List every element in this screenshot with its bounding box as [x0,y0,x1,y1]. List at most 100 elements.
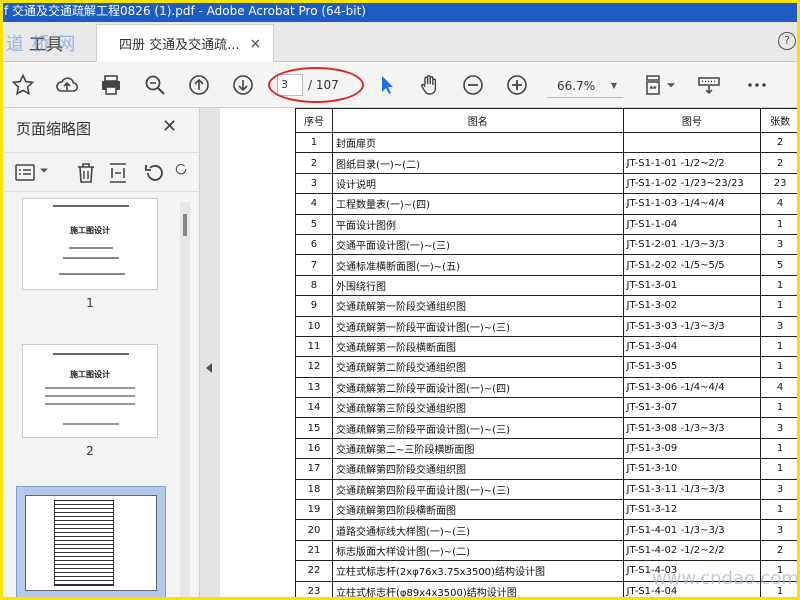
cell-name: 交通疏解第四阶段交通组织图 [331,458,624,480]
table-row: 10 交通疏解第一阶段平面设计图(一)~(三) JT-S1-3-03 -1/3~3/… [295,315,800,337]
thumb-line [45,403,135,405]
help-icon[interactable]: ? [778,32,796,50]
cell-sheets: 4 [760,376,800,399]
cell-sheets: 3 [760,417,800,439]
cell-no: 15 [295,417,333,439]
cell-code: JT-S1-1-04 [622,213,762,235]
cell-code: JT-S1-1-01 -1/2~2/2 [622,152,762,174]
zoom-search-icon[interactable] [140,70,170,100]
table-row: 11 交通疏解第一阶段横断面图 JT-S1-3-04 1 [295,335,800,358]
close-icon[interactable]: ✕ [162,116,177,137]
cell-sheets: 3 [760,519,800,541]
cell-sheets: 3 [760,478,800,501]
cell-sheets: 3 [760,315,800,337]
select-cursor-icon[interactable] [372,70,402,100]
cell-name: 交通标准横断面图(一)~(五) [331,254,624,276]
star-icon[interactable] [8,70,38,100]
panel-splitter[interactable] [200,108,220,600]
close-icon[interactable]: × [250,36,262,52]
cell-code: JT-S1-3-07 [622,397,762,419]
thumbnail-number: 2 [86,444,94,458]
cell-sheets: 2 [760,131,800,154]
table-row: 1 封面扉页 2 [295,131,800,154]
chevron-down-icon[interactable] [664,70,678,100]
thumbnail-list: 施工图设计 1 施工图设计 2 [0,194,196,600]
cell-name: 封面扉页 [331,131,624,154]
cell-no: 14 [295,397,333,419]
watermark-bottom: www.cndao.com [652,568,799,589]
tab-document-label: 四册 交通及交通疏... [119,38,240,53]
cell-no: 9 [295,295,333,317]
zoom-in-icon[interactable] [502,70,532,100]
cell-code: JT-S1-3-11 -1/3~3/3 [622,478,762,501]
page-thumbnail[interactable]: 施工图设计 [22,344,158,438]
cell-sheets: 1 [760,274,800,297]
table-row: 4 工程数量表(一)~(四) JT-S1-1-03 -1/4~4/4 4 [295,193,800,215]
table-row: 8 外围绕行图 JT-S1-3-01 1 [295,274,800,297]
table-row: 12 交通疏解第二阶段交通组织图 JT-S1-3-05 1 [295,356,800,378]
table-row: 5 平面设计图例 JT-S1-1-04 1 [295,213,800,235]
thumb-line [63,257,119,259]
cell-name: 图纸目录(一)~(二) [331,152,624,174]
document-view[interactable]: 序号 图名 图号 张数 1 封面扉页 2 2 图纸目录(一)~(二) JT-S1-1-01… [220,108,800,600]
cell-code: JT-S1-1-03 -1/4~4/4 [622,193,762,215]
cell-code: JT-S1-2-01 -1/3~3/3 [622,233,762,256]
print-icon[interactable] [96,70,126,100]
zoom-select[interactable]: 66.7% ▼ [547,74,623,98]
cell-no: 23 [295,580,333,600]
hand-tool-icon[interactable] [414,70,444,100]
collapse-arrow-icon[interactable] [206,363,212,373]
cloud-upload-icon[interactable] [52,70,82,100]
thumb-line [69,247,113,249]
cell-name: 交通平面设计图(一)~(三) [331,233,624,256]
thumb-table [54,500,114,586]
cell-code: JT-S1-2-02 -1/5~5/5 [622,254,762,276]
thumbnail-scrollbar[interactable] [180,202,190,600]
thumb-line [45,387,135,389]
tab-bar: 工具 道 桥 网 四册 交通及交通疏... × ? [0,22,800,62]
rotate-right-icon[interactable] [174,161,188,185]
cell-no: 10 [295,315,333,337]
next-page-icon[interactable] [228,70,258,100]
cell-no: 3 [295,172,333,195]
scrollbar-thumb[interactable] [183,214,187,236]
cell-no: 11 [295,335,333,358]
table-row: 16 交通疏解第二~三阶段横断面图 JT-S1-3-09 1 [295,437,800,460]
cell-sheets: 2 [760,152,800,174]
trash-icon[interactable] [74,161,98,185]
cell-code: JT-S1-4-01 -1/3~3/3 [622,519,762,541]
panel-toolbar [0,152,200,192]
tab-document[interactable]: 四册 交通及交通疏... × [96,24,274,62]
cell-code: JT-S1-3-06 -1/4~4/4 [622,376,762,399]
rotate-left-icon[interactable] [142,161,166,185]
more-icon[interactable] [742,70,772,100]
cell-no: 13 [295,376,333,399]
options-menu-icon[interactable] [14,161,38,185]
thumb-line [53,353,129,355]
thumb-heading: 施工图设计 [70,226,110,235]
cell-no: 6 [295,233,333,256]
page-thumbnail[interactable]: 施工图设计 [22,198,158,290]
table-row: 13 交通疏解第二阶段平面设计图(一)~(四) JT-S1-3-06 -1/4~4/… [295,376,800,399]
thumb-line [59,273,125,275]
thumb-line [45,395,135,397]
cell-code: JT-S1-3-04 [622,335,762,358]
prev-page-icon[interactable] [184,70,214,100]
cell-name: 交通疏解第四阶段横断面图 [331,499,624,521]
cell-sheets: 1 [760,437,800,460]
cell-sheets: 1 [760,356,800,378]
table-row: 14 交通疏解第三阶段交通组织图 JT-S1-3-07 1 [295,397,800,419]
cell-sheets: 1 [760,499,800,521]
table-row: 20 道路交通标线大样图(一)~(三) JT-S1-4-01 -1/3~3/3 3 [295,519,800,541]
extract-pages-icon[interactable] [106,161,130,185]
cell-name: 交通疏解第一阶段平面设计图(一)~(三) [331,315,624,337]
cell-no: 7 [295,254,333,276]
chevron-down-icon[interactable] [38,161,50,185]
selected-page-thumbnail[interactable] [16,486,166,600]
cell-sheets: 2 [760,539,800,562]
zoom-out-icon[interactable] [458,70,488,100]
keyboard-icon[interactable] [694,70,724,100]
header-name: 图名 [331,108,624,133]
thumbnails-panel: 页面缩略图 ✕ 施工图设计 1 施工图设计 2 [0,108,200,600]
cell-no: 21 [295,539,333,562]
